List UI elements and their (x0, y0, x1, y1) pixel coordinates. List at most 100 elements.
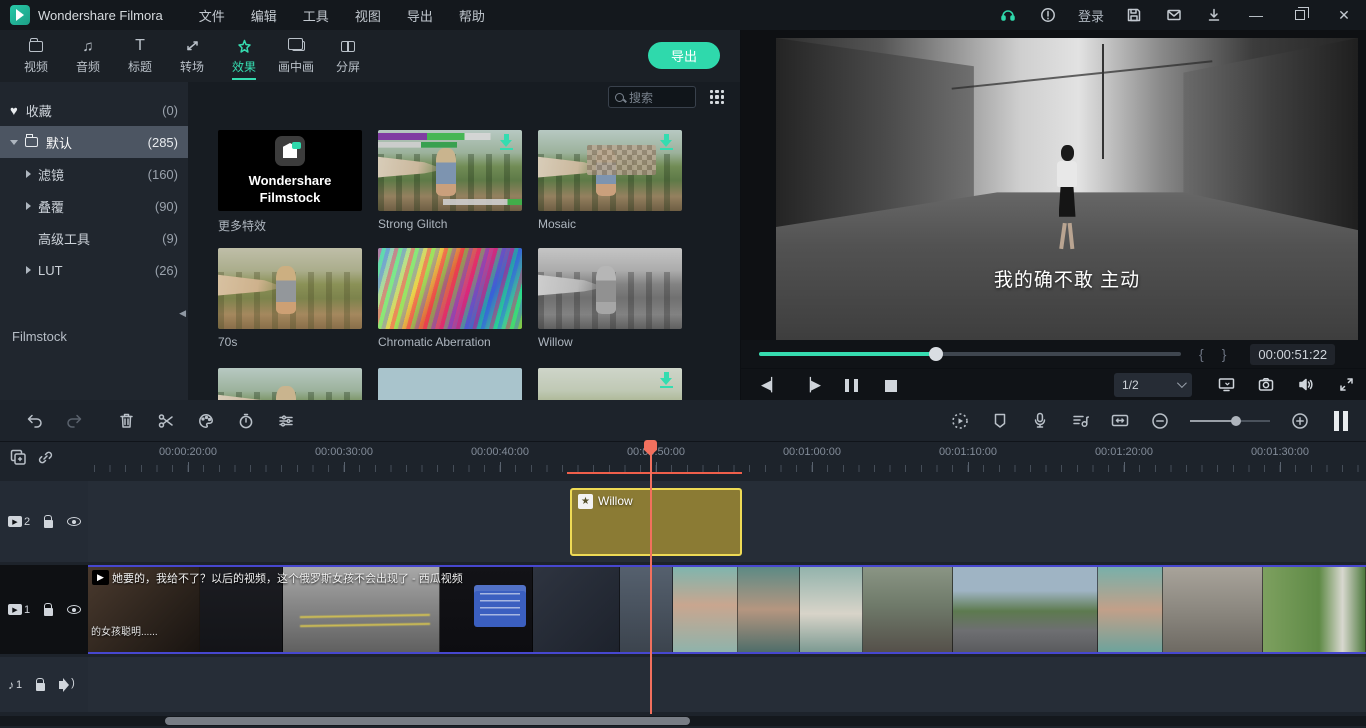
add-track-icon[interactable] (10, 449, 27, 471)
adjust-icon[interactable] (266, 400, 306, 442)
menu-edit[interactable]: 编辑 (251, 6, 277, 25)
quality-dropdown[interactable]: 1/2 (1114, 373, 1192, 397)
lock-icon[interactable] (44, 608, 53, 616)
sidebar-item-filters[interactable]: 滤镜 (160) (0, 158, 188, 190)
timeline-ruler[interactable]: 00:00:20:00 00:00:30:00 00:00:40:00 00:0… (0, 442, 1366, 478)
timeline-zoom-slider[interactable] (1190, 420, 1270, 422)
restore-button[interactable] (1278, 0, 1322, 30)
info-icon[interactable] (1028, 0, 1068, 30)
sidebar-item-lut[interactable]: LUT (26) (0, 254, 188, 286)
track-2[interactable]: ▶2 ★ Willow (0, 481, 1366, 562)
item-count: (285) (148, 135, 178, 150)
stop-icon[interactable] (871, 377, 911, 392)
effect-card-partial[interactable] (218, 368, 362, 400)
effects-content-header: 搜索 (188, 82, 740, 112)
speed-icon[interactable] (226, 400, 266, 442)
render-preview-icon[interactable] (940, 400, 980, 442)
titles-icon: T (135, 37, 145, 55)
clip-willow[interactable]: ★ Willow (570, 488, 742, 556)
grid-view-icon[interactable] (710, 90, 724, 104)
ruler-label: 00:01:00:00 (783, 446, 841, 458)
audio-track-1[interactable]: ♪1 (0, 657, 1366, 712)
item-count: (26) (155, 263, 178, 278)
sidebar-item-favorites[interactable]: ♥ 收藏 (0) (0, 94, 188, 126)
menu-help[interactable]: 帮助 (459, 6, 485, 25)
delete-icon[interactable] (106, 400, 146, 442)
microphone-icon[interactable] (1020, 400, 1060, 442)
effect-card-partial[interactable] (538, 368, 682, 400)
sidebar-item-default[interactable]: 默认 (285) (0, 126, 188, 158)
undo-icon[interactable] (14, 400, 54, 442)
eye-icon[interactable] (67, 517, 81, 526)
lock-icon[interactable] (36, 683, 45, 691)
palette-icon[interactable] (186, 400, 226, 442)
screen-icon[interactable] (1206, 377, 1246, 392)
search-input[interactable]: 搜索 (608, 86, 696, 108)
save-icon[interactable] (1114, 0, 1154, 30)
effect-card-mosaic[interactable]: Mosaic (538, 130, 682, 231)
effect-thumb (378, 248, 522, 329)
effect-card-70s[interactable]: 70s (218, 248, 362, 349)
prev-frame-icon[interactable]: ◀▏ (751, 377, 791, 393)
speaker-icon[interactable] (59, 681, 65, 689)
zoom-out-icon[interactable] (1140, 400, 1180, 442)
tab-transitions[interactable]: 转场 (166, 30, 218, 82)
effect-card-strong-glitch[interactable]: Strong Glitch (378, 130, 522, 231)
download-icon (660, 134, 674, 150)
effect-card-willow[interactable]: Willow (538, 248, 682, 349)
menu-view[interactable]: 视图 (355, 6, 381, 25)
link-icon[interactable] (37, 449, 54, 471)
zoom-slider-handle[interactable] (1231, 416, 1241, 426)
fullscreen-icon[interactable] (1326, 377, 1366, 392)
tab-splitscreen[interactable]: 分屏 (322, 30, 374, 82)
play-next-frame-icon[interactable]: ▕▶ (791, 377, 831, 393)
export-button[interactable]: 导出 (648, 42, 720, 69)
effects-sidebar: ♥ 收藏 (0) 默认 (285) 滤镜 (160) (0, 82, 188, 400)
audio-mixer-icon[interactable] (1060, 400, 1100, 442)
track-1[interactable]: ▶ 她要的，我给不了？以后的视频，这个俄罗斯女孩不会出现了 - 西瓜视频 的女孩… (0, 565, 1366, 654)
video-clip-strip[interactable]: ▶ 她要的，我给不了？以后的视频，这个俄罗斯女孩不会出现了 - 西瓜视频 的女孩… (88, 565, 1366, 654)
promo-title: Filmstock (260, 190, 321, 205)
menu-tools[interactable]: 工具 (303, 6, 329, 25)
eye-icon[interactable] (67, 605, 81, 614)
pause-icon[interactable] (831, 377, 871, 392)
tab-titles-label: 标题 (128, 58, 152, 75)
tab-pip-label: 画中画 (278, 58, 314, 75)
tab-titles[interactable]: T 标题 (114, 30, 166, 82)
panel-collapse-icon[interactable]: ◀ (179, 308, 186, 319)
close-button[interactable]: ✕ (1322, 0, 1366, 30)
effect-card-filmstock[interactable]: Wondershare Filmstock 更多特效 (218, 130, 362, 234)
tab-video[interactable]: 视频 (10, 30, 62, 82)
snapshot-icon[interactable] (1246, 377, 1286, 392)
playhead-line[interactable] (650, 442, 652, 714)
minimize-button[interactable]: — (1234, 0, 1278, 30)
lock-icon[interactable] (44, 520, 53, 528)
fit-timeline-icon[interactable] (1100, 400, 1140, 442)
sidebar-item-filmstock[interactable]: Filmstock (0, 329, 188, 344)
redo-icon[interactable] (54, 400, 94, 442)
scissors-icon[interactable] (146, 400, 186, 442)
sidebar-item-overlays[interactable]: 叠覆 (90) (0, 190, 188, 222)
effect-card-partial[interactable] (378, 368, 522, 400)
seek-bar[interactable] (759, 352, 1181, 356)
download-icon[interactable] (1194, 0, 1234, 30)
mail-icon[interactable] (1154, 0, 1194, 30)
sidebar-item-label: 高级工具 (38, 229, 90, 248)
timeline-pause-icon[interactable] (1334, 411, 1348, 431)
tab-effects[interactable]: 效果 (218, 30, 270, 82)
effect-thumb (378, 130, 522, 211)
tab-audio[interactable]: ♫ 音频 (62, 30, 114, 82)
timeline-hscroll-bar[interactable] (165, 717, 690, 725)
effect-card-chromatic-aberration[interactable]: Chromatic Aberration (378, 248, 522, 349)
marker-icon[interactable] (980, 400, 1020, 442)
menu-export[interactable]: 导出 (407, 6, 433, 25)
volume-icon[interactable] (1286, 377, 1326, 392)
login-button[interactable]: 登录 (1068, 6, 1114, 25)
zoom-in-icon[interactable] (1280, 400, 1320, 442)
tab-pip[interactable]: 画中画 (270, 30, 322, 82)
sidebar-item-advanced-tools[interactable]: 高级工具 (9) (0, 222, 188, 254)
headset-icon[interactable] (988, 0, 1028, 30)
mark-in-out[interactable]: {} (1199, 346, 1244, 362)
menu-file[interactable]: 文件 (199, 6, 225, 25)
seek-handle[interactable] (929, 347, 943, 361)
